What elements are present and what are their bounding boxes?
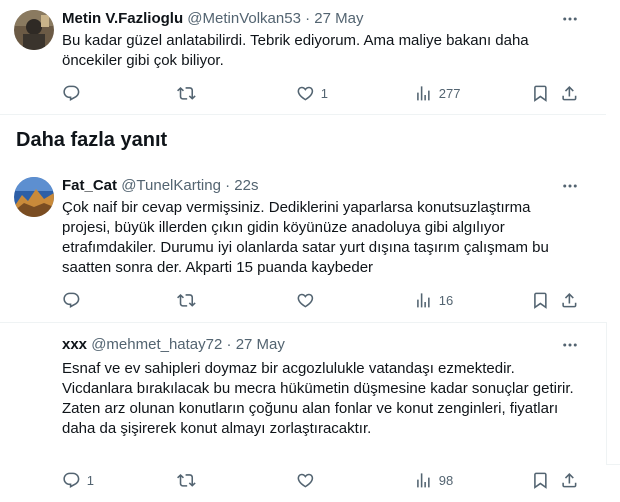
tweet-actions: 16 xyxy=(62,290,592,310)
bookmark-button[interactable] xyxy=(531,290,550,310)
tweet-3[interactable]: xxx @mehmet_hatay72 · 27 May Esnaf ve ev… xyxy=(0,323,606,502)
reply-button[interactable]: 1 xyxy=(62,470,94,490)
author-name[interactable]: xxx xyxy=(62,336,87,353)
like-button[interactable] xyxy=(296,290,321,310)
tweet-actions: 1 277 xyxy=(62,83,592,103)
share-icon xyxy=(562,472,577,488)
views-icon xyxy=(417,85,430,101)
timestamp[interactable]: 27 May xyxy=(314,10,363,27)
bookmark-icon xyxy=(534,85,547,102)
reply-button[interactable] xyxy=(62,290,87,310)
reply-icon xyxy=(63,472,80,488)
views-count: 277 xyxy=(438,85,461,101)
share-icon xyxy=(562,292,577,308)
avatar[interactable] xyxy=(14,10,54,50)
tweet-1[interactable]: Metin V.Fazlioglu @MetinVolkan53 · 27 Ma… xyxy=(0,0,606,114)
retweet-button[interactable] xyxy=(177,290,202,310)
divider xyxy=(0,114,606,115)
tweet-actions: 1 98 xyxy=(62,470,592,490)
retweet-icon xyxy=(177,86,196,100)
more-icon[interactable] xyxy=(560,9,580,29)
share-button[interactable] xyxy=(560,290,579,310)
views-count: 98 xyxy=(438,472,454,488)
divider xyxy=(606,464,620,465)
author-handle[interactable]: @TunelKarting xyxy=(121,177,221,194)
avatar[interactable] xyxy=(14,177,54,217)
retweet-icon xyxy=(177,293,196,307)
like-button[interactable] xyxy=(296,470,321,490)
views-count: 16 xyxy=(438,292,454,308)
reply-button[interactable] xyxy=(62,83,87,103)
retweet-icon xyxy=(177,473,196,487)
retweet-button[interactable] xyxy=(177,83,202,103)
more-icon[interactable] xyxy=(560,176,580,196)
views-button[interactable]: 277 xyxy=(414,83,460,103)
retweet-button[interactable] xyxy=(177,470,202,490)
views-icon xyxy=(417,472,430,488)
share-icon xyxy=(562,85,577,101)
bookmark-button[interactable] xyxy=(531,470,550,490)
bookmark-icon xyxy=(534,292,547,309)
like-icon xyxy=(297,473,314,488)
reply-icon xyxy=(63,85,80,101)
timestamp[interactable]: 27 May xyxy=(236,336,285,353)
tweet-2[interactable]: Fat_Cat @TunelKarting · 22s Çok naif bir… xyxy=(0,168,606,322)
separator: · xyxy=(222,336,236,353)
bookmark-button[interactable] xyxy=(531,83,550,103)
views-button[interactable]: 16 xyxy=(414,290,453,310)
share-button[interactable] xyxy=(560,83,579,103)
section-title: Daha fazla yanıt xyxy=(16,129,168,151)
author-handle[interactable]: @mehmet_hatay72 xyxy=(91,336,222,353)
views-button[interactable]: 98 xyxy=(414,470,453,490)
more-icon[interactable] xyxy=(560,335,580,355)
author-name[interactable]: Metin V.Fazlioglu xyxy=(62,10,183,27)
like-button[interactable]: 1 xyxy=(296,83,328,103)
tweet-text: Bu kadar güzel anlatabilirdi. Tebrik edi… xyxy=(62,32,529,69)
tweet-text: Çok naif bir cevap vermişsiniz. Dedikler… xyxy=(62,199,549,276)
author-handle[interactable]: @MetinVolkan53 xyxy=(187,10,301,27)
share-button[interactable] xyxy=(560,470,579,490)
author-name[interactable]: Fat_Cat xyxy=(62,177,117,194)
reply-count: 1 xyxy=(86,472,94,488)
tweet-text: Esnaf ve ev sahipleri doymaz bir acgozlu… xyxy=(62,360,574,437)
separator: · xyxy=(300,10,315,27)
bookmark-icon xyxy=(534,472,547,489)
like-icon xyxy=(297,293,314,308)
column-border xyxy=(606,322,607,464)
reply-icon xyxy=(63,292,80,308)
like-count: 1 xyxy=(320,85,328,101)
separator: · xyxy=(220,177,235,194)
views-icon xyxy=(417,292,430,308)
timestamp[interactable]: 22s xyxy=(234,177,258,194)
like-icon xyxy=(297,86,314,101)
